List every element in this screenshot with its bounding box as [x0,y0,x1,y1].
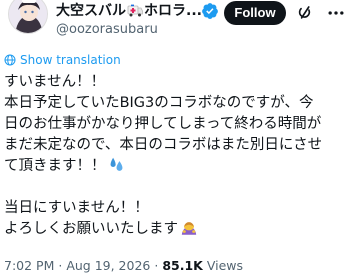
ambulance-icon [127,4,143,17]
tweet-line: まだ未定なので、本日のコラボはまた別日にさせ [4,137,323,153]
verified-icon[interactable] [201,2,219,20]
tweet-meta: 7:02 PM · Aug 19, 2026 · 85.1K Views [4,257,243,275]
tweet-line-with-emoji: よろしくお願いいたします [4,219,344,240]
meta-separator: · [58,258,63,273]
globe-icon [4,54,16,66]
tweet-header: 大空スバル ホロラ... @oozorasubaru Follow [0,0,350,40]
display-name-suffix: ホロラ... [144,3,202,19]
tweet-date[interactable]: Aug 19, 2026 [66,258,150,273]
tweet-text: すいません！！ 本日予定していたBIG3のコラボなのですが、今 日のお仕事がかな… [4,72,344,240]
tweet-line-with-emoji: て頂きます！！ [4,156,344,177]
sweat-droplets-icon [108,156,125,180]
tweet-line: すいません！！ [4,74,106,90]
show-translation-label: Show translation [20,53,121,67]
display-name[interactable]: 大空スバル ホロラ... [56,2,202,20]
meta-separator: · [154,258,159,273]
views-count: 85.1K [162,258,203,273]
tweet-line-text: よろしくお願いいたします [4,221,178,237]
tweet-line: 本日予定していたBIG3のコラボなのですが、今 [4,95,314,111]
show-translation-link[interactable]: Show translation [4,52,121,68]
tweet-line: 日のお仕事がかなり押してしまって終わる時間が [4,116,322,132]
follow-button[interactable]: Follow [224,1,286,25]
tweet-line: 当日にすいません！！ [4,200,149,216]
bowing-person-icon [180,219,198,243]
handle[interactable]: @oozorasubaru [56,22,158,38]
avatar[interactable] [8,0,48,34]
tweet-time[interactable]: 7:02 PM [4,258,54,273]
views-label: Views [206,258,244,273]
more-icon[interactable] [326,3,346,23]
grok-icon[interactable] [296,4,314,22]
tweet-line-text: て頂きます！！ [4,158,106,174]
display-name-text: 大空スバル [56,3,126,19]
tweet: 大空スバル ホロラ... @oozorasubaru Follow Show tr… [0,0,350,275]
